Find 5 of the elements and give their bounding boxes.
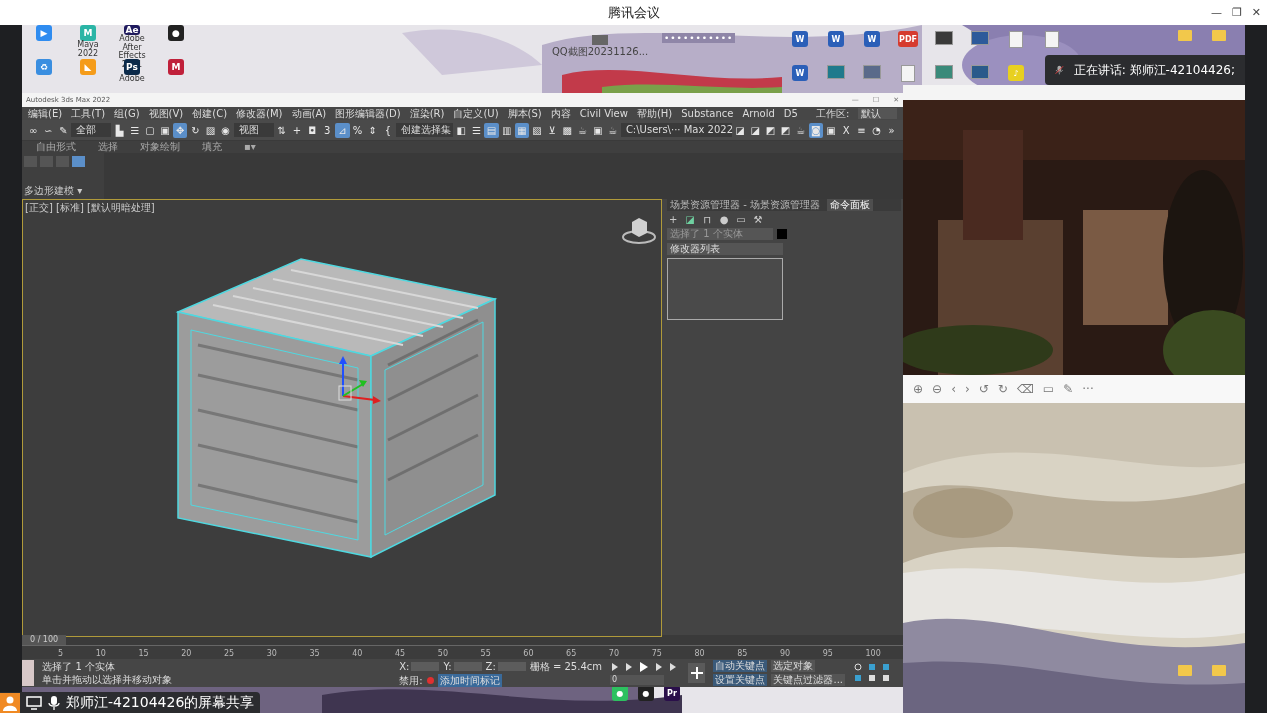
window-control-button[interactable]: — [1210,6,1222,19]
participant-icon[interactable] [0,692,20,713]
window-control-button[interactable]: ❐ [1231,6,1242,19]
window-title: 腾讯会议 [607,3,660,22]
window-control-button[interactable]: ✕ [1251,6,1261,19]
